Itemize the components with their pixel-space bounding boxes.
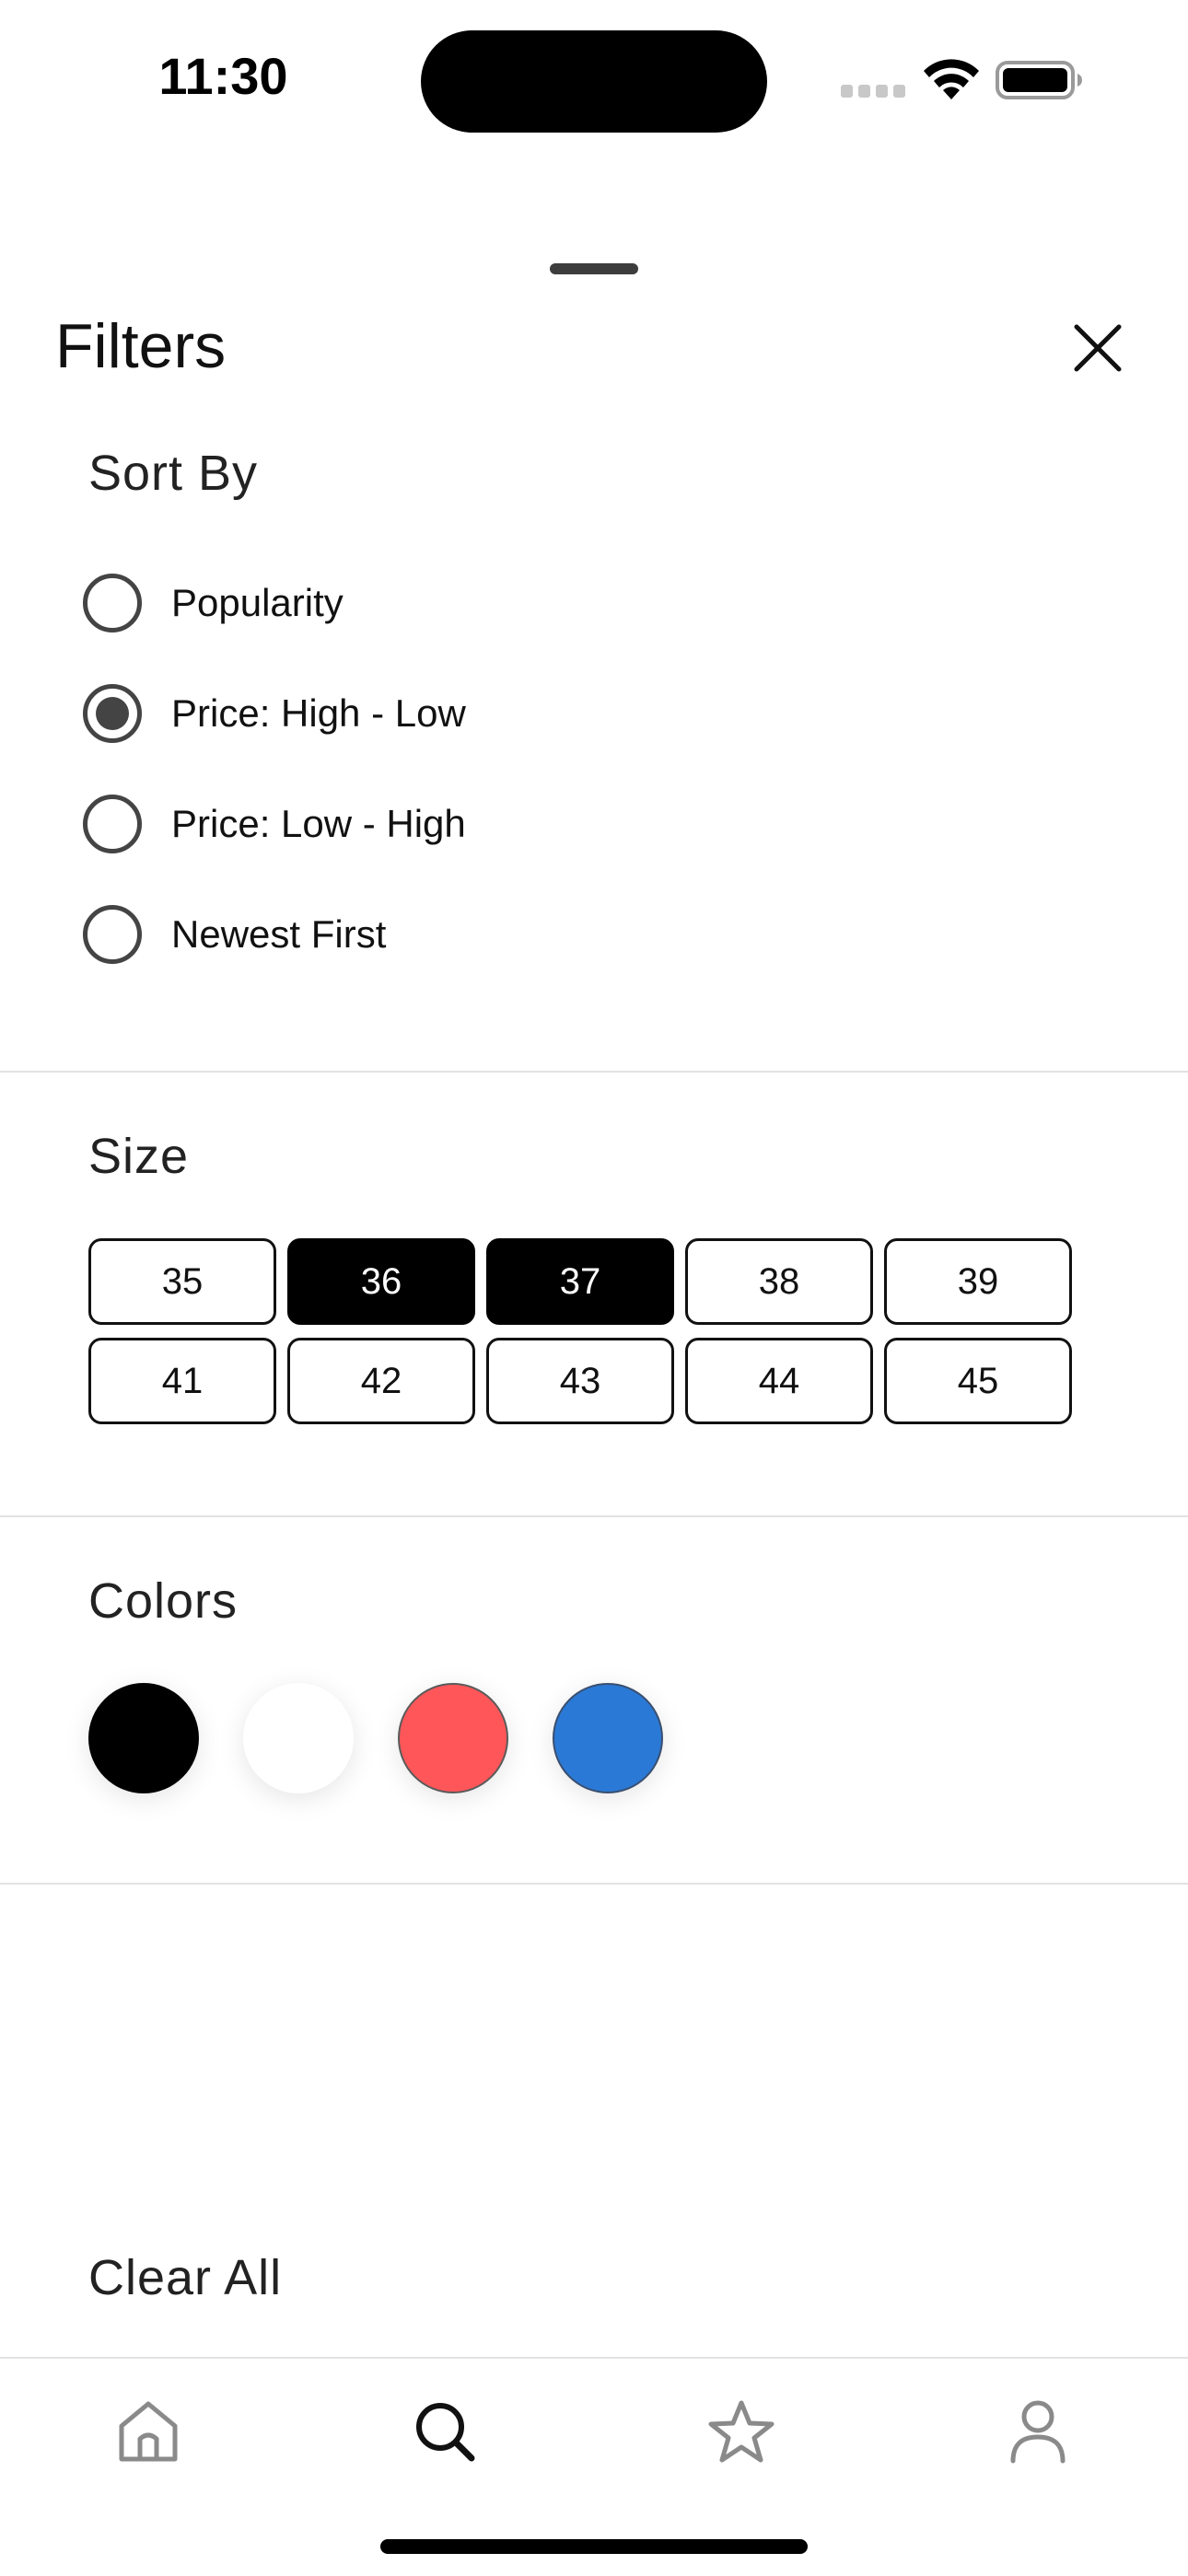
close-button[interactable] <box>1068 319 1127 377</box>
search-icon <box>416 2403 475 2462</box>
color-swatch-blue[interactable] <box>553 1683 663 1793</box>
tab-home[interactable] <box>107 2390 190 2473</box>
sort-option-popularity[interactable]: Popularity <box>83 566 344 640</box>
sort-by-heading: Sort By <box>88 446 259 501</box>
star-icon <box>708 2400 775 2463</box>
size-chip-42[interactable]: 42 <box>287 1338 475 1424</box>
home-icon <box>119 2401 178 2462</box>
size-chip-43[interactable]: 43 <box>486 1338 674 1424</box>
sort-option-label: Newest First <box>171 912 387 956</box>
tab-search[interactable] <box>403 2390 486 2473</box>
sort-option-label: Price: Low - High <box>171 802 466 845</box>
size-chip-45[interactable]: 45 <box>884 1338 1072 1424</box>
sort-option-label: Price: High - Low <box>171 691 466 735</box>
radio-button[interactable] <box>83 574 142 632</box>
section-divider <box>0 1515 1188 1517</box>
tab-favorites[interactable] <box>700 2390 783 2473</box>
section-divider <box>0 1883 1188 1885</box>
size-chip-38[interactable]: 38 <box>685 1238 873 1325</box>
section-divider <box>0 1071 1188 1073</box>
size-chip-36[interactable]: 36 <box>287 1238 475 1325</box>
size-chip-37[interactable]: 37 <box>486 1238 674 1325</box>
battery-icon <box>996 61 1082 99</box>
radio-selected-dot <box>96 697 129 730</box>
sheet-grabber[interactable] <box>550 263 638 274</box>
size-heading: Size <box>88 1129 190 1184</box>
sort-option-price-low-high[interactable]: Price: Low - High <box>83 787 466 861</box>
size-grid: 35 36 37 38 39 41 42 43 44 45 <box>88 1238 1074 1424</box>
radio-button-selected[interactable] <box>83 684 142 743</box>
close-icon <box>1074 324 1122 372</box>
color-swatch-row <box>88 1683 663 1793</box>
status-time: 11:30 <box>158 47 288 105</box>
sort-option-label: Popularity <box>171 581 344 624</box>
sort-option-newest-first[interactable]: Newest First <box>83 898 386 971</box>
radio-button[interactable] <box>83 795 142 853</box>
tab-profile[interactable] <box>996 2390 1079 2473</box>
color-swatch-red[interactable] <box>398 1683 508 1793</box>
size-chip-39[interactable]: 39 <box>884 1238 1072 1325</box>
sort-option-price-high-low[interactable]: Price: High - Low <box>83 677 466 750</box>
cellular-signal-icon <box>841 85 905 98</box>
size-chip-44[interactable]: 44 <box>685 1338 873 1424</box>
profile-icon <box>1010 2400 1066 2464</box>
clear-all-button[interactable]: Clear All <box>88 2248 282 2307</box>
size-chip-41[interactable]: 41 <box>88 1338 276 1424</box>
color-swatch-black[interactable] <box>88 1683 199 1793</box>
sheet-title: Filters <box>55 311 227 381</box>
wifi-icon <box>924 59 979 99</box>
radio-button[interactable] <box>83 905 142 964</box>
dynamic-island <box>421 30 767 133</box>
colors-heading: Colors <box>88 1573 239 1629</box>
color-swatch-white[interactable] <box>243 1683 354 1793</box>
status-bar: 11:30 <box>0 0 1188 161</box>
size-chip-35[interactable]: 35 <box>88 1238 276 1325</box>
home-indicator[interactable] <box>380 2539 808 2554</box>
